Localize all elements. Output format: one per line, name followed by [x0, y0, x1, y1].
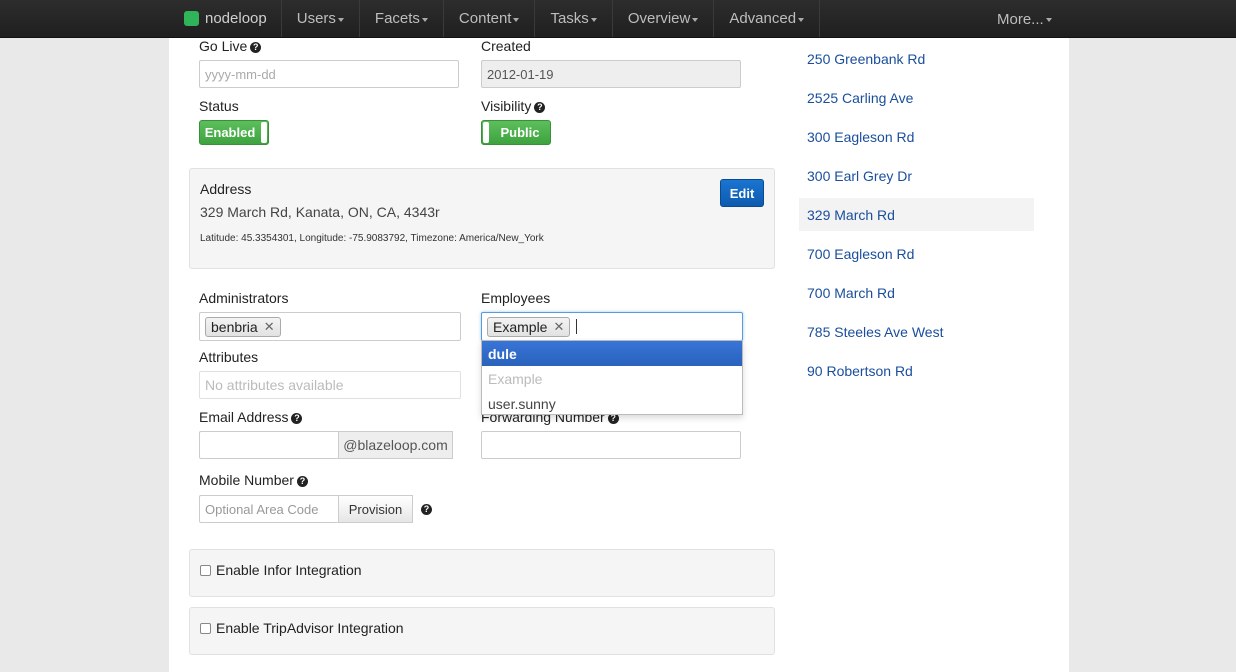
- location-link[interactable]: 300 Eagleson Rd: [799, 120, 1034, 153]
- remove-tag-icon[interactable]: ✕: [553, 319, 564, 335]
- content-panel: Go Live? yyyy-mm-dd Created 2012-01-19 S…: [169, 38, 1069, 672]
- location-link[interactable]: 90 Robertson Rd: [799, 354, 1034, 387]
- nav-tasks[interactable]: Tasks: [535, 0, 613, 37]
- brand-name: nodeloop: [205, 10, 267, 27]
- tripadvisor-integration-panel: Enable TripAdvisor Integration: [189, 607, 775, 655]
- created-input: 2012-01-19: [481, 60, 741, 88]
- employees-label: Employees: [481, 290, 551, 306]
- location-link-active[interactable]: 329 March Rd: [799, 198, 1034, 231]
- address-line: 329 March Rd, Kanata, ON, CA, 4343r: [200, 204, 440, 220]
- edit-address-button[interactable]: Edit: [720, 179, 764, 207]
- created-label: Created: [481, 38, 531, 54]
- email-domain-addon: @blazeloop.com: [338, 431, 453, 459]
- tag-chip: Example ✕: [487, 316, 571, 337]
- tripadvisor-integration-checkbox[interactable]: [200, 622, 211, 634]
- location-link[interactable]: 2525 Carling Ave: [799, 81, 1034, 114]
- dropdown-option[interactable]: dule: [482, 341, 742, 366]
- caret-down-icon: [1045, 18, 1052, 22]
- help-icon[interactable]: ?: [296, 476, 308, 487]
- address-label: Address: [200, 181, 252, 197]
- location-link[interactable]: 300 Earl Grey Dr: [799, 159, 1034, 192]
- forwarding-input[interactable]: [481, 431, 741, 459]
- location-link[interactable]: 700 March Rd: [799, 276, 1034, 309]
- administrators-label: Administrators: [199, 290, 289, 306]
- location-link[interactable]: 250 Greenbank Rd: [799, 42, 1034, 75]
- infor-integration-label[interactable]: Enable Infor Integration: [216, 562, 362, 578]
- mobile-label: Mobile Number?: [199, 472, 308, 488]
- toggle-knob: [261, 122, 267, 143]
- tag-chip: benbria ✕: [205, 316, 281, 337]
- toggle-knob: [483, 122, 489, 143]
- visibility-label: Visibility?: [481, 98, 546, 114]
- dropdown-option[interactable]: user.sunny: [482, 391, 742, 416]
- nav-facets[interactable]: Facets: [360, 0, 444, 37]
- location-list: 250 Greenbank Rd 2525 Carling Ave 300 Ea…: [799, 42, 1034, 387]
- status-toggle[interactable]: Enabled: [199, 120, 269, 145]
- infor-integration-checkbox[interactable]: [200, 564, 211, 576]
- attributes-label: Attributes: [199, 349, 259, 365]
- location-link[interactable]: 785 Steeles Ave West: [799, 315, 1034, 348]
- nav-overview[interactable]: Overview: [613, 0, 715, 37]
- brand[interactable]: nodeloop: [0, 0, 282, 37]
- status-label: Status: [199, 98, 239, 114]
- help-icon[interactable]: ?: [534, 102, 546, 113]
- provision-button[interactable]: Provision: [338, 495, 413, 523]
- help-icon[interactable]: ?: [421, 504, 432, 515]
- administrators-input[interactable]: benbria ✕: [199, 312, 461, 341]
- nav-users[interactable]: Users: [282, 0, 360, 37]
- mobile-input[interactable]: Optional Area Code: [199, 495, 339, 523]
- attributes-input: No attributes available: [199, 371, 461, 399]
- caret-down-icon: [337, 17, 344, 22]
- go-live-input[interactable]: yyyy-mm-dd: [199, 60, 459, 88]
- email-input[interactable]: [199, 431, 339, 459]
- visibility-toggle[interactable]: Public: [481, 120, 551, 145]
- brand-logo-icon: [184, 11, 199, 26]
- top-navbar: nodeloop Users Facets Content Tasks Over…: [0, 0, 1236, 38]
- caret-down-icon: [798, 17, 805, 22]
- employees-input[interactable]: Example ✕: [481, 312, 743, 341]
- nav-content[interactable]: Content: [444, 0, 536, 37]
- help-icon[interactable]: ?: [291, 413, 303, 424]
- email-label: Email Address?: [199, 409, 303, 425]
- nav-advanced[interactable]: Advanced: [714, 0, 821, 37]
- address-panel: Address Edit 329 March Rd, Kanata, ON, C…: [189, 168, 775, 269]
- dropdown-option: Example: [488, 370, 543, 387]
- caret-down-icon: [590, 17, 597, 22]
- help-icon[interactable]: ?: [250, 42, 262, 53]
- remove-tag-icon[interactable]: ✕: [264, 319, 275, 335]
- go-live-label: Go Live?: [199, 38, 262, 54]
- address-meta: Latitude: 45.3354301, Longitude: -75.908…: [200, 233, 544, 244]
- nav-more[interactable]: More...: [982, 0, 1067, 38]
- text-cursor: [576, 319, 578, 334]
- location-link[interactable]: 700 Eagleson Rd: [799, 237, 1034, 270]
- infor-integration-panel: Enable Infor Integration: [189, 549, 775, 597]
- employees-dropdown: dule Example user.sunny: [481, 340, 743, 415]
- caret-down-icon: [513, 17, 520, 22]
- caret-down-icon: [421, 17, 428, 22]
- caret-down-icon: [692, 17, 699, 22]
- tripadvisor-integration-label[interactable]: Enable TripAdvisor Integration: [216, 620, 404, 636]
